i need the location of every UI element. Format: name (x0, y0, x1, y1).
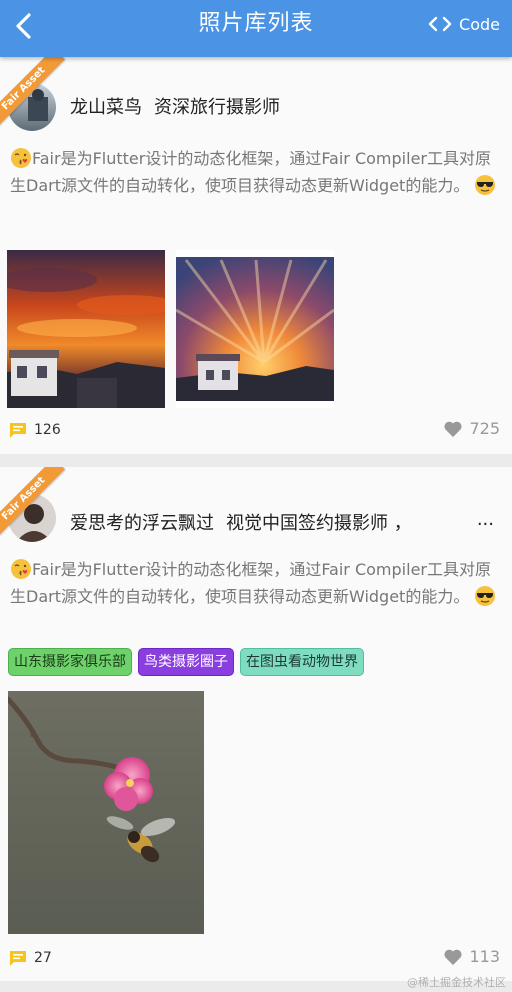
post-card[interactable]: Fair Asset 龙山菜鸟 资深旅行摄影师 Fair是为Flutter设计的动… (0, 57, 512, 454)
description-text: Fair是为Flutter设计的动态化框架，通过Fair Compiler工具对… (10, 149, 491, 195)
author-role: 资深旅行摄影师 (154, 97, 280, 118)
like-count[interactable]: 725 (443, 419, 500, 438)
post-title[interactable]: 爱思考的浮云飘过 视觉中国签约摄影师 ， (70, 509, 472, 535)
code-label: Code (459, 14, 500, 34)
author-role: 视觉中国签约摄影师 ， (226, 513, 412, 534)
comment-count-value: 27 (34, 950, 52, 966)
description-text: Fair是为Flutter设计的动态化框架，通过Fair Compiler工具对… (10, 560, 491, 606)
tag-list: 山东摄影家俱乐部 鸟类摄影圈子 在图虫看动物世界 (8, 648, 364, 676)
comment-count[interactable]: 27 (8, 949, 52, 967)
post-photo-bee-blossom[interactable] (8, 691, 204, 934)
post-description: Fair是为Flutter设计的动态化框架，通过Fair Compiler工具对… (10, 145, 502, 199)
kiss-face-emoji-icon (11, 148, 31, 168)
post-description: Fair是为Flutter设计的动态化框架，通过Fair Compiler工具对… (10, 556, 502, 610)
post-card[interactable]: Fair Asset 爱思考的浮云飘过 视觉中国签约摄影师 ， ... Fair是… (0, 467, 512, 981)
author-name: 爱思考的浮云飘过 (70, 513, 214, 534)
sunglasses-face-emoji-icon (475, 175, 496, 195)
like-count[interactable]: 113 (443, 947, 500, 966)
app-bar: 照片库列表 Code (0, 0, 512, 57)
tag-animal-world[interactable]: 在图虫看动物世界 (240, 648, 364, 676)
comment-count[interactable]: 126 (8, 421, 61, 439)
heart-icon (444, 421, 463, 437)
code-button[interactable]: Code (428, 10, 500, 38)
comment-icon (10, 423, 26, 438)
comment-count-value: 126 (34, 422, 61, 438)
author-name: 龙山菜鸟 (70, 97, 142, 118)
kiss-face-emoji-icon (11, 559, 31, 579)
like-count-value: 725 (469, 419, 500, 438)
watermark: @稀土掘金技术社区 (407, 976, 506, 989)
more-ellipsis: ... (476, 509, 494, 530)
post-title[interactable]: 龙山菜鸟 资深旅行摄影师 (70, 93, 498, 119)
tag-bird-photography-circle[interactable]: 鸟类摄影圈子 (138, 648, 234, 676)
post-photo-sunset[interactable] (7, 250, 165, 408)
code-brackets-icon (428, 16, 452, 32)
tag-shandong-photo-club[interactable]: 山东摄影家俱乐部 (8, 648, 132, 676)
post-photo-sunburst[interactable] (176, 250, 334, 408)
sunglasses-face-emoji-icon (475, 586, 496, 606)
comment-icon (10, 951, 26, 966)
heart-icon (444, 949, 463, 965)
like-count-value: 113 (469, 947, 500, 966)
